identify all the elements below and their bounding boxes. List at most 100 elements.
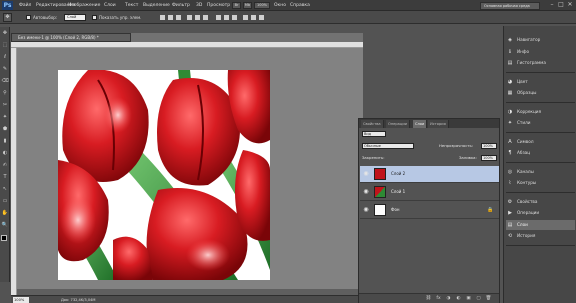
- layer-style-icon[interactable]: fx: [435, 296, 442, 302]
- dock-label: Символ: [517, 138, 534, 144]
- menu-item[interactable]: 3D: [196, 1, 202, 10]
- dock-item[interactable]: A Символ: [506, 137, 575, 147]
- fill-field[interactable]: 100%: [481, 155, 497, 161]
- maximize-button[interactable]: □: [557, 1, 565, 9]
- options-bar: ✥ Автовыбор: Слой Показать упр. элем.: [0, 11, 576, 24]
- tool-icon[interactable]: ✋: [1, 210, 9, 217]
- tool-icon[interactable]: ⬚: [1, 42, 9, 49]
- visibility-eye-icon[interactable]: ◉: [362, 206, 370, 214]
- dock-item[interactable]: ▤ Слои: [506, 219, 575, 230]
- new-layer-icon[interactable]: ▢: [475, 296, 482, 302]
- tool-icon[interactable]: ▮: [1, 138, 9, 145]
- dock-item[interactable]: ℹ Инфо: [506, 47, 575, 57]
- tool-icon[interactable]: ✂: [1, 102, 9, 109]
- dock-item[interactable]: ⚙ Свойства: [506, 197, 575, 207]
- menu-item[interactable]: Справка: [290, 1, 310, 10]
- blend-mode-select[interactable]: Обычные: [362, 143, 414, 149]
- tool-icon[interactable]: ↖: [1, 186, 9, 193]
- autoselect-select[interactable]: Слой: [64, 14, 86, 21]
- tab-properties[interactable]: Свойства: [361, 120, 384, 128]
- dock-item[interactable]: ▤ Гистограмма: [506, 58, 575, 68]
- dock-item[interactable]: ⟲ История: [506, 231, 575, 241]
- dock-label: Операции: [517, 210, 540, 215]
- tools-panel: ✥ ⬚ ℓ ✎ ⌫ ⚲ ✂ ✦ ⬟ ▮ ◐ ✍ T ↖ ▭ ✋ 🔍: [0, 27, 10, 282]
- dock-label: Коррекция: [517, 108, 542, 114]
- visibility-eye-icon[interactable]: ◉: [362, 170, 370, 178]
- tool-icon[interactable]: ℓ: [1, 54, 9, 61]
- show-controls-checkbox[interactable]: [92, 15, 97, 20]
- dock-item[interactable]: ◕ Цвет: [506, 77, 575, 87]
- menu-item[interactable]: Просмотр: [207, 1, 230, 10]
- tool-icon[interactable]: ✍: [1, 162, 9, 169]
- dock-icon: ▶: [508, 210, 512, 216]
- dock-icon: ✦: [507, 120, 513, 126]
- close-button[interactable]: ✕: [566, 1, 574, 9]
- layer-mask-icon[interactable]: ◑: [445, 296, 452, 302]
- menu-item[interactable]: Файл: [19, 1, 31, 10]
- zoom-level-select[interactable]: 100%: [254, 2, 270, 9]
- layer-row-background[interactable]: ◉ Фон 🔒: [360, 202, 499, 219]
- link-layers-icon[interactable]: ⛓: [425, 296, 432, 302]
- opacity-field[interactable]: 100%: [481, 143, 497, 149]
- tool-icon[interactable]: ✦: [1, 114, 9, 121]
- adjustment-layer-icon[interactable]: ◐: [455, 296, 462, 302]
- minimize-button[interactable]: –: [548, 1, 556, 9]
- dock-item[interactable]: ▦ Образцы: [506, 88, 575, 98]
- tool-icon[interactable]: ▭: [1, 198, 9, 205]
- dock-item[interactable]: ◑ Коррекция: [506, 107, 575, 117]
- dock-label: Образцы: [517, 90, 537, 95]
- dock-item[interactable]: ▶ Операции: [506, 208, 575, 218]
- new-group-icon[interactable]: ▣: [465, 296, 472, 302]
- tab-history[interactable]: История: [428, 120, 449, 128]
- tool-icon[interactable]: ⬟: [1, 126, 9, 133]
- menu-item[interactable]: Текст: [125, 1, 138, 10]
- dock-label: История: [517, 233, 536, 238]
- tool-icon[interactable]: T: [1, 174, 9, 181]
- dock-item[interactable]: ◈ Навигатор: [506, 35, 575, 45]
- tool-icon[interactable]: ✥: [1, 30, 9, 37]
- dock-item[interactable]: ◎ Каналы: [506, 167, 575, 177]
- align-icons[interactable]: [160, 14, 300, 21]
- tool-icon[interactable]: ⚲: [1, 90, 9, 97]
- trash-icon[interactable]: 🗑: [485, 296, 492, 302]
- minibridge-button[interactable]: Mb: [243, 2, 252, 9]
- layer-row-layer-1[interactable]: ◉ Слой 1: [360, 184, 499, 201]
- tab-layers[interactable]: Слои: [413, 120, 428, 128]
- document-info[interactable]: Док: 732,4K/3,04M: [61, 297, 96, 303]
- dock-label: Каналы: [517, 168, 534, 174]
- dock-separator: [506, 244, 575, 246]
- kind-filter-select[interactable]: Вид: [362, 131, 386, 137]
- tool-icon[interactable]: ✎: [1, 66, 9, 73]
- document-tab[interactable]: Без имени-1 @ 100% (Слой 2, RGB/8) *: [11, 33, 131, 42]
- menu-item[interactable]: Изображение: [68, 1, 100, 10]
- move-tool-icon[interactable]: ✥: [3, 13, 12, 22]
- menu-item[interactable]: Окно: [274, 1, 286, 10]
- menu-item[interactable]: Фильтр: [172, 1, 190, 10]
- image-canvas[interactable]: [58, 70, 270, 280]
- zoom-field[interactable]: 100%: [13, 297, 29, 303]
- dock-label: Абзац: [517, 150, 531, 155]
- fill-label: Заливка:: [459, 155, 477, 160]
- foreground-color-swatch[interactable]: [1, 235, 7, 241]
- menu-item[interactable]: Слои: [104, 1, 116, 10]
- menu-item[interactable]: Выделение: [143, 1, 170, 10]
- dock-item[interactable]: ⌇ Контуры: [506, 178, 575, 188]
- dock-separator: [506, 71, 575, 73]
- visibility-eye-icon[interactable]: ◉: [362, 188, 370, 196]
- dock-label: Навигатор: [517, 37, 541, 42]
- opacity-label: Непрозрачность:: [439, 143, 474, 148]
- dock-item[interactable]: ¶ Абзац: [506, 148, 575, 158]
- dock-icon: ⚙: [507, 198, 513, 205]
- menu-bar: Ps Br Mb 100% Основная рабочая среда – □…: [0, 0, 576, 11]
- autoselect-label: Автовыбор:: [33, 15, 58, 20]
- layer-row-layer-2[interactable]: ◉ Слой 2: [360, 166, 499, 183]
- tab-actions[interactable]: Операции: [386, 120, 410, 128]
- tool-icon[interactable]: ⌫: [1, 78, 9, 85]
- dock-item[interactable]: ✦ Стили: [506, 118, 575, 128]
- right-dock: ◈ Навигатор ℹ Инфо ▤ Гистограмма ◕ Цвет ▦ Образцы…: [503, 26, 576, 303]
- tool-icon[interactable]: ◐: [1, 150, 9, 157]
- autoselect-checkbox[interactable]: [26, 15, 31, 20]
- workspace-select[interactable]: Основная рабочая среда: [480, 2, 540, 10]
- tool-icon[interactable]: 🔍: [1, 222, 9, 229]
- bridge-button[interactable]: Br: [232, 2, 241, 9]
